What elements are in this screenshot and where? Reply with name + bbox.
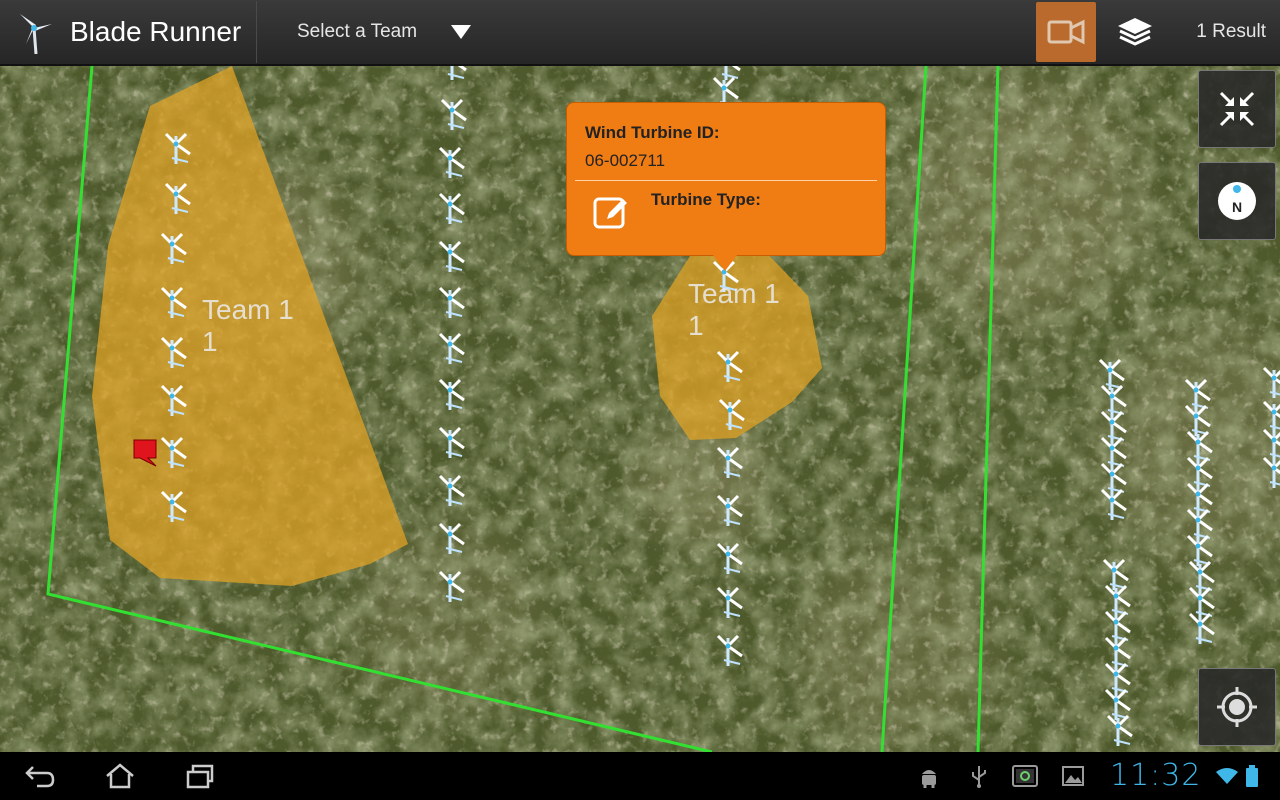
wind-turbine-app-icon[interactable] (12, 10, 56, 54)
turbine-column-b[interactable] (438, 66, 468, 604)
battery-icon (1244, 764, 1260, 788)
action-bar: Blade Runner Select a Team 1 Result (0, 0, 1280, 66)
svg-text:N: N (1232, 199, 1242, 215)
layers-icon (1118, 18, 1153, 46)
video-camera-button[interactable] (1036, 2, 1097, 62)
recent-apps-icon (186, 764, 214, 789)
turbine-column-e[interactable] (1184, 378, 1216, 646)
video-camera-icon (1047, 19, 1085, 45)
my-location-button[interactable] (1198, 668, 1276, 746)
boundary-line-right (976, 66, 1000, 752)
home-icon (106, 763, 134, 789)
callout-divider (575, 180, 877, 181)
divider (256, 1, 257, 63)
turbine-column-f[interactable] (1262, 366, 1280, 490)
android-debug-icon (916, 764, 942, 788)
usb-icon (966, 764, 992, 788)
turbine-type-label: Turbine Type: (651, 190, 761, 209)
team-label-left: Team 1 1 (202, 294, 294, 357)
edit-icon (593, 197, 627, 229)
team-select-label: Select a Team (297, 21, 418, 42)
my-location-icon (1217, 687, 1257, 727)
back-icon (25, 766, 55, 788)
clock: 11:32 (1110, 758, 1202, 793)
chevron-down-icon (451, 25, 472, 39)
app-title: Blade Runner (70, 16, 242, 47)
collapse-button[interactable] (1198, 70, 1276, 148)
turbine-info-callout[interactable]: Wind Turbine ID: 06-002711 Turbine Type: (566, 102, 886, 271)
turbine-id-label: Wind Turbine ID: (585, 123, 720, 142)
wifi-icon (1214, 764, 1240, 788)
recent-apps-button[interactable] (176, 760, 224, 792)
boundary-line-center (880, 66, 928, 752)
turbine-column-d[interactable] (1098, 358, 1134, 748)
screenshot-icon (1010, 764, 1040, 788)
layers-button[interactable] (1114, 11, 1156, 53)
turbine-id-value: 06-002711 (585, 151, 666, 170)
edit-button[interactable] (591, 193, 631, 233)
compass-button[interactable]: N (1198, 162, 1276, 240)
team-select-dropdown[interactable]: Select a Team (297, 21, 497, 43)
compass-icon: N (1218, 182, 1256, 220)
home-button[interactable] (96, 760, 144, 792)
system-navigation-bar: 11:32 (0, 752, 1280, 800)
team-zone-center[interactable] (652, 246, 822, 440)
gallery-icon (1060, 764, 1086, 788)
back-button[interactable] (16, 760, 64, 792)
result-count[interactable]: 1 Result (1196, 21, 1266, 43)
collapse-arrows-icon (1219, 91, 1255, 127)
map-view[interactable]: Team 1 1 Team 1 1 Wind Turbine ID: 06-00… (0, 66, 1280, 752)
team-label-center: Team 1 1 (688, 278, 780, 341)
